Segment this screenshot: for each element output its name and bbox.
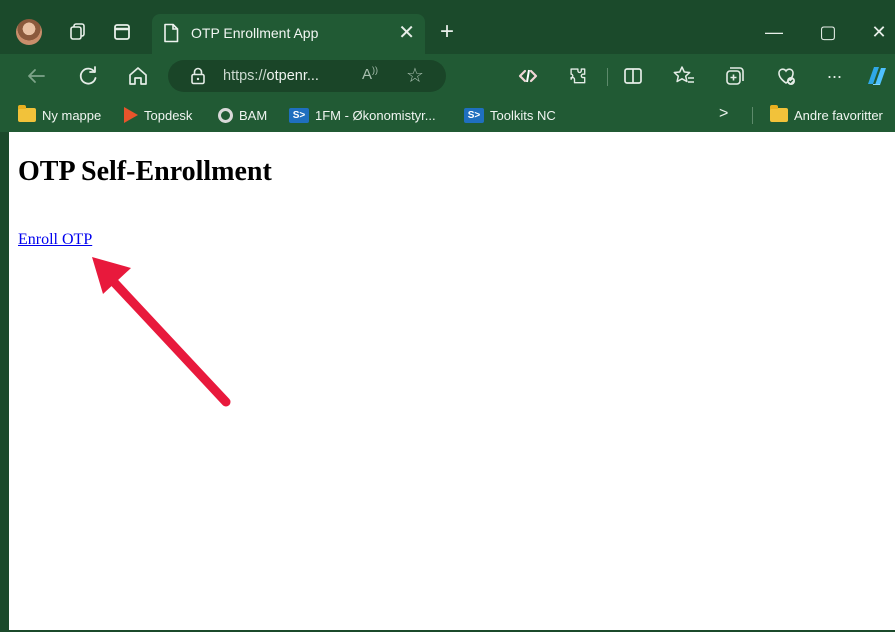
favorite-bam[interactable]: BAM	[218, 106, 267, 124]
page-icon	[164, 23, 179, 43]
extensions-icon[interactable]	[566, 64, 590, 88]
favorite-label: BAM	[239, 107, 268, 123]
favorite-label: 1FM - Økonomistyr...	[315, 107, 436, 123]
folder-icon	[18, 105, 36, 122]
favorite-star-icon[interactable]: ☆	[406, 63, 424, 88]
browser-essentials-icon[interactable]	[774, 64, 798, 88]
topdesk-icon	[124, 107, 138, 123]
bam-icon	[218, 107, 233, 123]
favorite-ny-mappe[interactable]: Ny mappe	[18, 105, 102, 124]
toolbar: https://otpenr... A)) ☆ ···	[0, 54, 895, 98]
collections-icon[interactable]	[722, 64, 746, 88]
enroll-otp-link[interactable]: Enroll OTP	[18, 231, 92, 249]
tab-otp-enrollment[interactable]: OTP Enrollment App ✕	[152, 14, 425, 54]
favorites-icon[interactable]	[672, 64, 696, 88]
chevron-right-icon[interactable]: >	[719, 105, 728, 123]
favorite-andre-favoritter[interactable]: Andre favoritter	[770, 105, 883, 124]
url-text: https://otpenr...	[223, 68, 319, 84]
sharepoint-icon: S>	[464, 107, 484, 123]
folder-icon	[770, 105, 788, 122]
back-icon[interactable]	[24, 64, 48, 88]
minimize-icon[interactable]: —	[760, 19, 788, 45]
favorite-1fm[interactable]: S> 1FM - Økonomistyr...	[289, 106, 436, 124]
close-window-icon[interactable]: ✕	[865, 19, 893, 45]
favorite-label: Ny mappe	[42, 107, 102, 123]
lock-icon[interactable]	[190, 67, 206, 85]
home-icon[interactable]	[126, 64, 150, 88]
tab-title: OTP Enrollment App	[191, 25, 319, 41]
maximize-icon[interactable]: ▢	[814, 19, 842, 45]
workspaces-icon[interactable]	[67, 21, 89, 43]
favorite-label: Toolkits NC	[490, 107, 556, 123]
dev-tools-icon[interactable]	[516, 64, 540, 88]
favorites-divider	[752, 107, 753, 124]
favorite-label: Topdesk	[144, 107, 193, 123]
toolbar-divider	[607, 68, 608, 86]
close-tab-icon[interactable]: ✕	[398, 21, 415, 45]
tab-actions-icon[interactable]	[111, 21, 133, 43]
copilot-icon[interactable]	[862, 62, 890, 90]
page-content: OTP Self-Enrollment Enroll OTP	[9, 132, 895, 630]
split-screen-icon[interactable]	[621, 64, 645, 88]
tab-strip: OTP Enrollment App ✕ + — ▢ ✕	[0, 0, 895, 54]
favorite-toolkits-nc[interactable]: S> Toolkits NC	[464, 106, 556, 124]
refresh-icon[interactable]	[76, 64, 100, 88]
more-options-icon[interactable]: ···	[822, 64, 846, 88]
profile-avatar[interactable]	[16, 19, 42, 45]
favorite-label: Andre favoritter	[794, 107, 883, 123]
page-title: OTP Self-Enrollment	[18, 156, 272, 187]
favorite-topdesk[interactable]: Topdesk	[124, 106, 192, 124]
new-tab-icon[interactable]: +	[440, 19, 454, 45]
sharepoint-icon: S>	[289, 107, 309, 123]
read-aloud-icon[interactable]: A))	[362, 65, 378, 83]
favorites-bar: Ny mappe Topdesk BAM S> 1FM - Økonomisty…	[0, 98, 895, 132]
address-bar[interactable]: https://otpenr... A)) ☆	[168, 60, 446, 92]
